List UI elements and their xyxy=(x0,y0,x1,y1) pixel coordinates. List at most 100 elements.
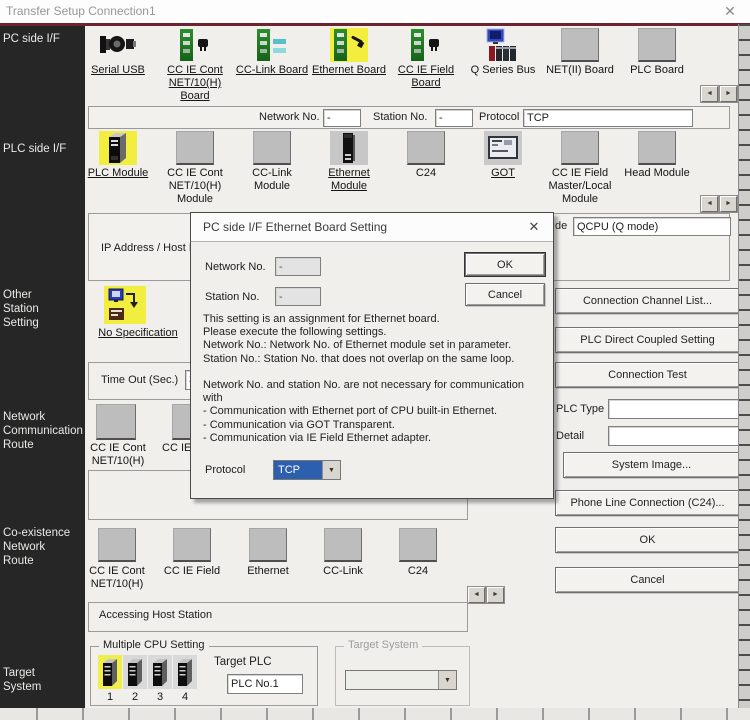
plc-module-icon xyxy=(99,131,137,165)
coexist-row-scroller: ◄ ► xyxy=(466,587,504,603)
cancel-button[interactable]: Cancel xyxy=(555,567,740,593)
placeholder-icon[interactable] xyxy=(249,528,287,562)
modal-protocol-value: TCP xyxy=(274,461,322,479)
system-image-button[interactable]: System Image... xyxy=(563,452,740,478)
cc-link-board-icon xyxy=(253,28,291,62)
coexist-item-label: Ethernet xyxy=(228,565,308,578)
pc-item-cc-link-board[interactable]: CC-Link Board xyxy=(234,28,310,77)
dialog-description: This setting is an assignment for Ethern… xyxy=(203,313,545,445)
no-specification-label[interactable]: No Specification xyxy=(88,327,188,340)
scroll-right-icon[interactable]: ► xyxy=(487,587,504,603)
plc-item-c24[interactable]: C24 xyxy=(388,131,464,180)
plc-type-label: PLC Type xyxy=(556,403,604,415)
placeholder-icon[interactable] xyxy=(324,528,362,562)
scroll-left-icon[interactable]: ◄ xyxy=(468,587,485,603)
placeholder-icon[interactable] xyxy=(98,528,136,562)
pc-item-ethernet-board[interactable]: Ethernet Board xyxy=(311,28,387,77)
cpu3-icon[interactable] xyxy=(148,655,172,689)
chevron-down-icon[interactable]: ▼ xyxy=(322,461,340,479)
pc-item-q-series-bus[interactable]: Q Series Bus xyxy=(465,28,541,77)
network-no-field[interactable]: - xyxy=(323,109,361,127)
dialog-close-icon[interactable]: ✕ xyxy=(525,218,543,236)
dialog-title: PC side I/F Ethernet Board Setting xyxy=(203,220,387,234)
plc-item-cc-link-module[interactable]: CC-Link Module xyxy=(234,131,310,193)
plc-item-got[interactable]: GOT xyxy=(465,131,541,180)
modal-network-no-field[interactable]: - xyxy=(275,257,321,276)
pc-item-netii-board[interactable]: NET(II) Board xyxy=(542,28,618,77)
pc-item-serial-usb[interactable]: Serial USB xyxy=(80,28,156,77)
sidebar-label-target-system: Target System xyxy=(3,666,41,694)
protocol-label: Protocol xyxy=(479,111,519,123)
cpu2-icon[interactable] xyxy=(123,655,147,689)
scroll-right-icon[interactable]: ► xyxy=(720,196,737,212)
pc-item-label: Serial USB xyxy=(91,64,145,77)
dialog-titlebar[interactable]: PC side I/F Ethernet Board Setting ✕ xyxy=(191,213,553,242)
plc-direct-coupled-button[interactable]: PLC Direct Coupled Setting xyxy=(555,327,740,353)
target-plc-field[interactable]: PLC No.1 xyxy=(227,674,303,694)
q-series-bus-icon xyxy=(484,28,522,62)
modal-station-no-field[interactable]: - xyxy=(275,287,321,306)
modal-station-no-label: Station No. xyxy=(205,291,259,303)
plc-item-plc-module[interactable]: PLC Module xyxy=(80,131,156,180)
placeholder-icon xyxy=(561,28,599,62)
cpu4-number: 4 xyxy=(173,691,197,704)
timeout-label: Time Out (Sec.) xyxy=(101,374,178,386)
pc-row-scroller: ◄ ► xyxy=(699,86,737,102)
cpu-mode-label-fragment: de xyxy=(555,220,567,232)
screen-edge-right-decoration xyxy=(738,24,750,720)
coexist-item-label: C24 xyxy=(378,565,458,578)
cpu1-icon[interactable] xyxy=(98,655,122,689)
pc-item-label: PLC Board xyxy=(630,64,684,77)
pc-item-label: Q Series Bus xyxy=(471,64,536,77)
scroll-right-icon[interactable]: ► xyxy=(720,86,737,102)
plc-item-head-module[interactable]: Head Module xyxy=(619,131,695,180)
screen-edge-bottom-decoration xyxy=(0,708,750,720)
target-system-legend: Target System xyxy=(344,639,422,651)
serial-usb-icon xyxy=(99,28,137,62)
modal-protocol-dropdown[interactable]: TCP ▼ xyxy=(273,460,341,480)
cpu-mode-field[interactable]: QCPU (Q mode) xyxy=(573,217,731,236)
station-no-field[interactable]: - xyxy=(435,109,473,127)
connection-channel-list-button[interactable]: Connection Channel List... xyxy=(555,288,740,314)
pc-item-cc-ie-cont-board[interactable]: CC IE Cont NET/10(H) Board xyxy=(157,28,233,103)
cpu4-icon[interactable] xyxy=(173,655,197,689)
placeholder-icon[interactable] xyxy=(399,528,437,562)
sidebar-label-pc-side: PC side I/F xyxy=(3,32,60,46)
connection-test-button[interactable]: Connection Test xyxy=(555,362,740,388)
placeholder-icon xyxy=(253,131,291,165)
plc-item-cc-ie-cont-module[interactable]: CC IE Cont NET/10(H) Module xyxy=(157,131,233,206)
got-icon xyxy=(484,131,522,165)
modal-protocol-label: Protocol xyxy=(205,464,245,476)
modal-cancel-button[interactable]: Cancel xyxy=(465,283,545,306)
plc-item-label: CC IE Cont NET/10(H) Module xyxy=(157,167,233,206)
plc-type-field[interactable] xyxy=(608,399,740,419)
phone-line-connection-button[interactable]: Phone Line Connection (C24)... xyxy=(555,490,740,516)
window-close-icon[interactable]: ✕ xyxy=(720,2,740,20)
pc-item-label: NET(II) Board xyxy=(546,64,614,77)
scroll-left-icon[interactable]: ◄ xyxy=(701,196,718,212)
pc-item-label: CC-Link Board xyxy=(236,64,308,77)
target-system-dropdown[interactable]: ▼ xyxy=(345,670,457,690)
coexist-item-label: CC IE Cont NET/10(H) xyxy=(77,565,157,591)
plc-item-cc-ie-field-master[interactable]: CC IE Field Master/Local Module xyxy=(542,131,618,206)
cpu1-number: 1 xyxy=(98,691,122,704)
pc-item-label: Ethernet Board xyxy=(312,64,386,77)
plc-item-label: CC-Link Module xyxy=(234,167,310,193)
modal-ok-button[interactable]: OK xyxy=(465,253,545,276)
placeholder-icon[interactable] xyxy=(96,404,136,440)
plc-item-ethernet-module[interactable]: Ethernet Module xyxy=(311,131,387,193)
multiple-cpu-legend: Multiple CPU Setting xyxy=(99,639,209,651)
ok-button[interactable]: OK xyxy=(555,527,740,553)
scroll-left-icon[interactable]: ◄ xyxy=(701,86,718,102)
plc-item-label: CC IE Field Master/Local Module xyxy=(542,167,618,206)
detail-field[interactable] xyxy=(608,426,740,446)
no-specification-item[interactable] xyxy=(104,286,146,327)
placeholder-icon[interactable] xyxy=(173,528,211,562)
plc-row-scroller: ◄ ► xyxy=(699,196,737,212)
protocol-field[interactable]: TCP xyxy=(523,109,693,127)
detail-label: Detail xyxy=(556,430,584,442)
pc-item-label: CC IE Field Board xyxy=(388,64,464,90)
coexist-item-label: CC IE Field xyxy=(152,565,232,578)
pc-item-cc-ie-field-board[interactable]: CC IE Field Board xyxy=(388,28,464,90)
pc-item-plc-board[interactable]: PLC Board xyxy=(619,28,695,77)
